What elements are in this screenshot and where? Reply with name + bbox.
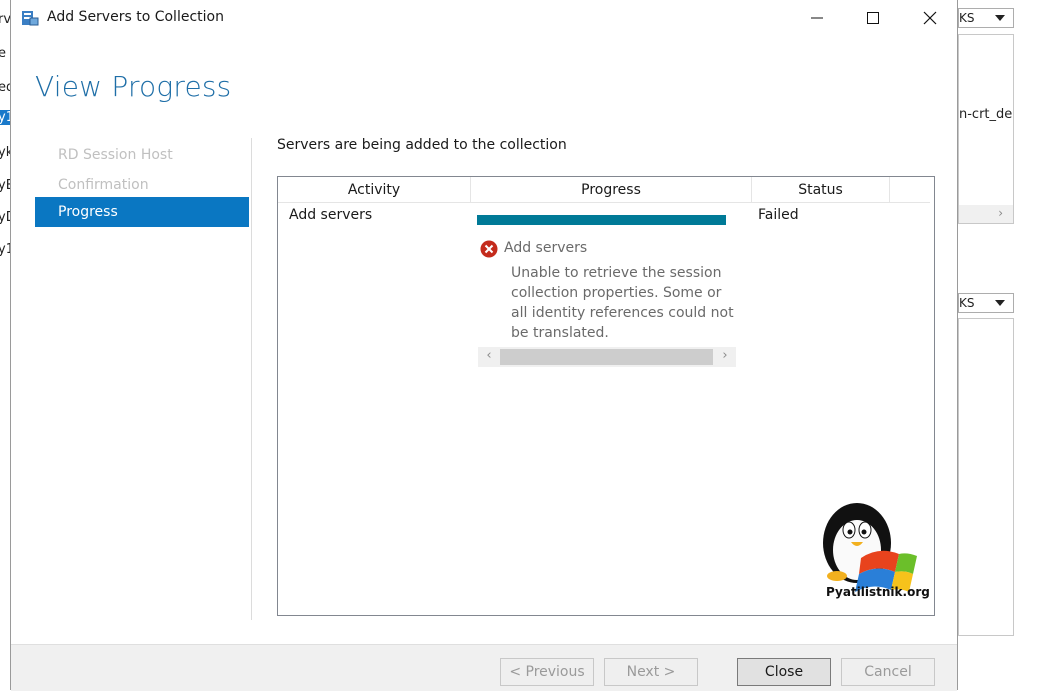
previous-button[interactable]: < Previous — [500, 658, 594, 686]
close-window-button[interactable] — [907, 0, 953, 36]
nav-item-confirmation: Confirmation — [58, 177, 149, 193]
watermark-text: Pyatilistnik.org — [826, 585, 930, 599]
bg-left-item: yk — [0, 145, 10, 160]
content-heading: Servers are being added to the collectio… — [277, 137, 567, 153]
bg-panel: n-crt_de › — [958, 34, 1014, 224]
bg-dropdown-label: KS — [959, 296, 975, 310]
column-header-activity[interactable]: Activity — [278, 177, 471, 203]
bg-dropdown-label: KS — [959, 11, 975, 25]
progress-bar — [477, 215, 726, 225]
bg-left-item-selected: y1 — [0, 110, 10, 125]
bg-panel — [958, 318, 1014, 636]
row-activity: Add servers — [289, 207, 373, 223]
minimize-icon — [811, 17, 823, 19]
bg-tasks-dropdown[interactable]: KS — [958, 293, 1014, 313]
chevron-right-icon[interactable]: › — [716, 348, 734, 363]
maximize-icon — [867, 12, 879, 24]
column-header-status[interactable]: Status — [752, 177, 890, 203]
error-message: Unable to retrieve the session collectio… — [511, 265, 734, 341]
nav-item-rd-session-host: RD Session Host — [58, 147, 173, 163]
bg-left-item: e — [0, 46, 6, 61]
close-button[interactable]: Close — [737, 658, 831, 686]
chevron-left-icon[interactable]: ‹ — [480, 348, 498, 363]
bg-scrollbar[interactable]: › — [959, 205, 1013, 223]
bg-left-item: yE — [0, 178, 10, 193]
error-title: Add servers — [504, 240, 588, 256]
maximize-button[interactable] — [850, 0, 896, 36]
next-button[interactable]: Next > — [604, 658, 698, 686]
nav-divider — [251, 138, 252, 620]
title-bar[interactable]: Add Servers to Collection — [11, 0, 957, 38]
background-left-strip: rv e ed y1 yk yE yD y1 — [0, 0, 10, 690]
cancel-button[interactable]: Cancel — [841, 658, 935, 686]
chevron-right-icon: › — [998, 206, 1003, 220]
add-servers-dialog: Add Servers to Collection View Progress … — [10, 0, 958, 691]
nav-item-progress[interactable]: Progress — [35, 197, 249, 227]
bg-left-item: rv — [0, 12, 10, 27]
bg-left-item: yD — [0, 210, 10, 225]
scrollbar-thumb[interactable] — [500, 349, 713, 365]
dropdown-arrow-icon — [995, 300, 1005, 306]
progress-bar-fill — [477, 215, 726, 225]
dropdown-arrow-icon — [995, 15, 1005, 21]
minimize-button[interactable] — [794, 0, 840, 36]
column-header-progress[interactable]: Progress — [471, 177, 752, 203]
bg-left-item: y1 — [0, 242, 10, 257]
horizontal-scrollbar[interactable]: ‹ › — [478, 347, 736, 367]
dialog-title: Add Servers to Collection — [47, 9, 224, 25]
error-icon — [480, 240, 498, 258]
row-status: Failed — [758, 207, 799, 223]
server-manager-icon — [22, 11, 39, 26]
bg-tasks-dropdown[interactable]: KS — [958, 8, 1014, 28]
bg-panel-text: n-crt_de — [959, 107, 1013, 122]
page-title: View Progress — [35, 70, 232, 103]
close-icon — [923, 11, 937, 25]
column-header-filler — [890, 177, 930, 203]
bg-left-item: ed — [0, 80, 10, 95]
